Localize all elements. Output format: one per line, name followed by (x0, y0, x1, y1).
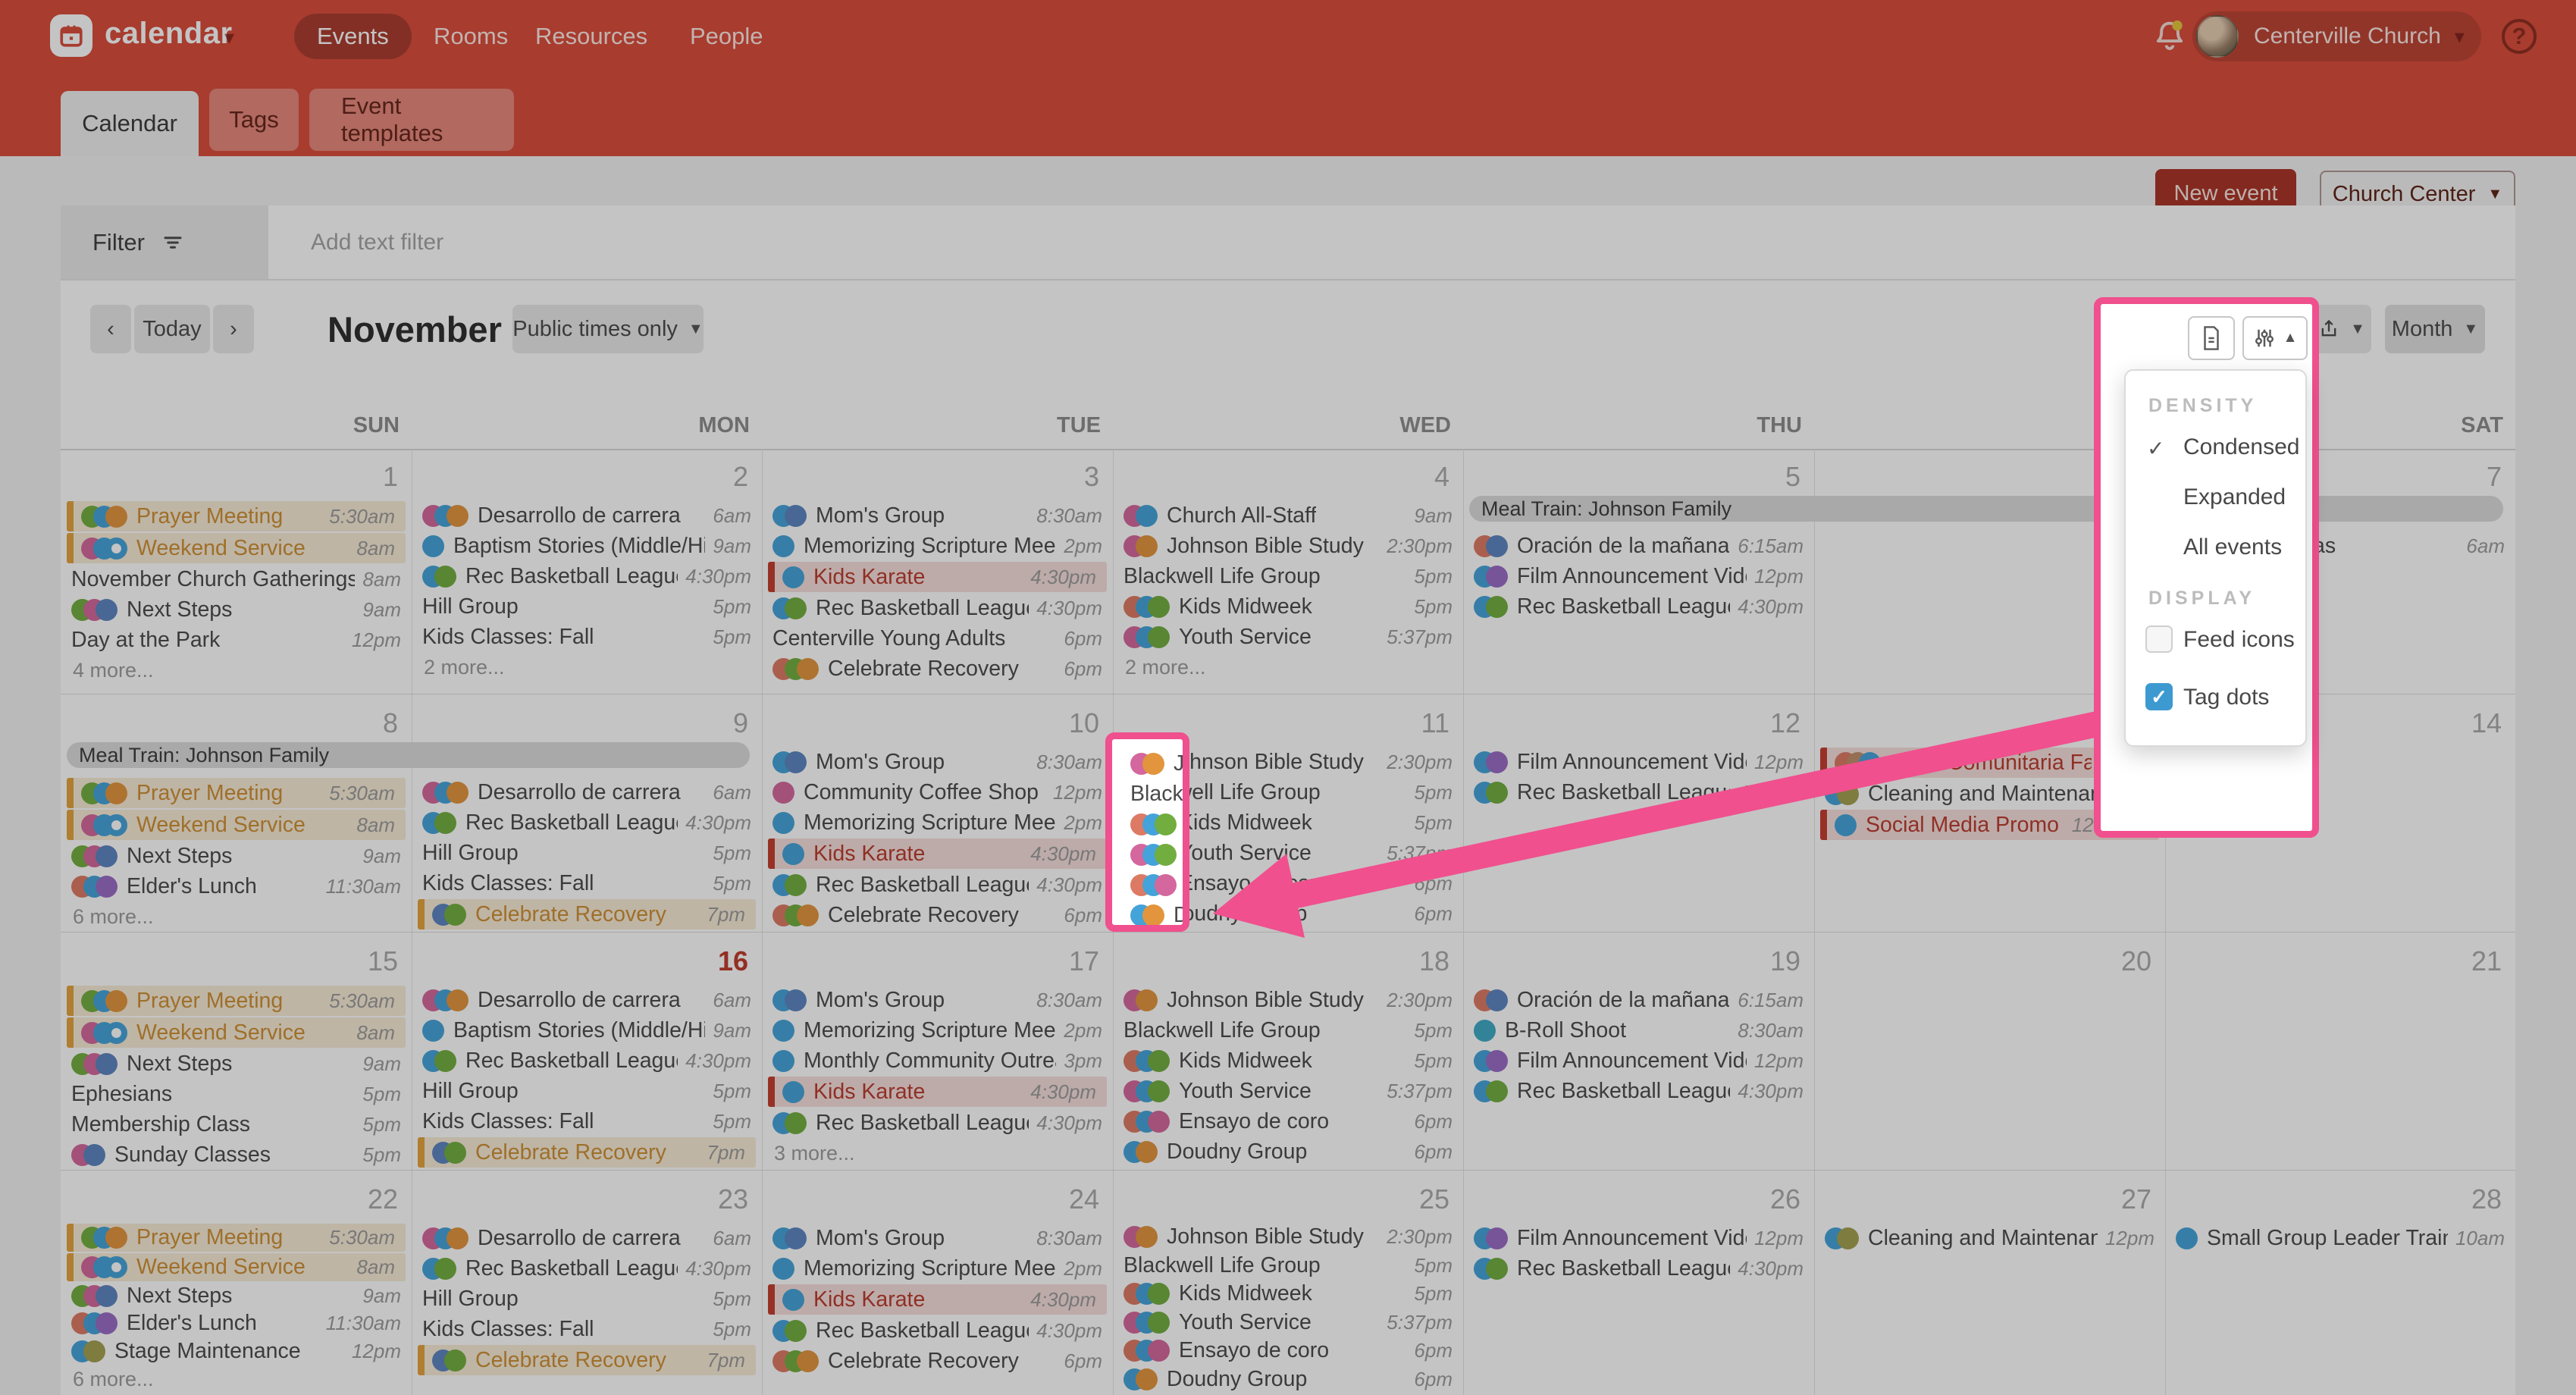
tag-dots-highlight-box: Johnson Bible Study Blackwell Life Group K… (1105, 732, 1189, 932)
tag-dots (1130, 874, 1177, 896)
highlighted-event-row: Kids Midweek (1112, 809, 1189, 839)
tag-dots-checkbox[interactable]: ✓ (2145, 683, 2173, 710)
event-name: Doudny Group (1174, 903, 1189, 928)
tag-dots (1130, 844, 1177, 866)
event-name: Ensayo de coro (1186, 873, 1189, 898)
highlighted-event-row: Doudny Group (1112, 900, 1189, 930)
highlighted-event-row: Youth Service (1112, 839, 1189, 870)
chevron-up-icon: ▲ (2283, 330, 2298, 346)
print-layout-button[interactable] (2188, 316, 2235, 360)
view-options-highlight-box: ▲ DENSITY ✓ Condensed Expanded All event… (2094, 297, 2319, 838)
menu-item-tag-dots[interactable]: Tag dots (2183, 685, 2269, 710)
check-icon: ✓ (2147, 436, 2164, 461)
highlighted-event-row: Blackwell Life Group (1112, 779, 1189, 809)
feed-icons-checkbox[interactable] (2145, 625, 2173, 653)
menu-item-all-events[interactable]: All events (2183, 534, 2282, 560)
view-options-menu: DENSITY ✓ Condensed Expanded All events … (2124, 369, 2307, 747)
menu-item-condensed[interactable]: Condensed (2183, 434, 2299, 460)
tag-dot-orange (1142, 753, 1164, 775)
event-name: Blackwell Life Group (1130, 782, 1189, 807)
display-heading: DISPLAY (2148, 588, 2255, 610)
tag-dot-green (1155, 813, 1177, 835)
document-icon (2200, 325, 2223, 351)
tag-dots (1130, 753, 1164, 775)
density-heading: DENSITY (2148, 395, 2257, 417)
sliders-icon (2253, 326, 2276, 350)
menu-item-expanded[interactable]: Expanded (2183, 484, 2286, 510)
tag-dot-pink (1155, 874, 1177, 896)
tag-dot-green (1155, 844, 1177, 866)
event-name: Kids Midweek (1186, 812, 1189, 837)
tag-dots (1130, 813, 1177, 835)
menu-item-feed-icons[interactable]: Feed icons (2183, 627, 2295, 653)
view-options-button[interactable]: ▲ (2242, 316, 2308, 360)
event-name: Youth Service (1186, 842, 1189, 867)
highlighted-event-row: Johnson Bible Study (1112, 748, 1189, 779)
tag-dots (1130, 904, 1164, 926)
event-name: Johnson Bible Study (1174, 751, 1189, 776)
tag-dot-orange (1142, 904, 1164, 926)
highlighted-event-row: Ensayo de coro (1112, 870, 1189, 900)
